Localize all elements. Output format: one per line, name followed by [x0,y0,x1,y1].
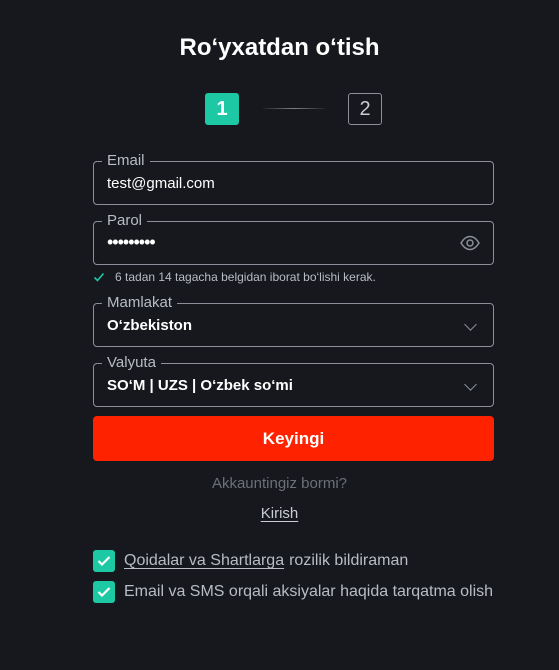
password-field[interactable]: Parol ••••••••• [93,213,494,265]
have-account-text: Akkauntingiz bormi? [211,475,348,492]
password-label: Parol [102,213,148,229]
email-label: Email [102,153,150,169]
country-select[interactable]: Mamlakat O‘zbekiston [93,295,494,347]
login-link-container: Kirish [0,505,559,522]
login-link[interactable]: Kirish [261,505,299,522]
password-hint-text: 6 tadan 14 tagacha belgidan iborat bo‘li… [115,270,376,284]
terms-row: Qoidalar va Shartlarga rozilik bildirama… [93,550,408,572]
country-label: Mamlakat [102,295,178,311]
email-value: test@gmail.com [107,175,215,192]
step-1-indicator: 1 [205,93,239,125]
newsletter-row: Email va SMS orqali aksiyalar haqida tar… [93,581,493,603]
next-button[interactable]: Keyingi [93,416,494,461]
email-field[interactable]: Email test@gmail.com [93,153,494,205]
country-value: O‘zbekiston [107,317,193,334]
checkmark-icon [97,587,111,598]
newsletter-checkbox[interactable] [93,581,115,603]
chevron-down-icon [464,378,477,391]
terms-text: rozilik bildiraman [289,552,409,569]
step-2-indicator: 2 [348,93,382,125]
eye-icon[interactable] [460,235,480,251]
chevron-down-icon [464,318,477,331]
currency-label: Valyuta [102,355,161,371]
page-title: Ro‘yxatdan o‘tish [179,34,380,61]
password-hint: 6 tadan 14 tagacha belgidan iborat bo‘li… [93,270,376,284]
check-icon [93,272,105,282]
newsletter-text: Email va SMS orqali aksiyalar haqida tar… [124,583,494,600]
step-connector [263,108,325,109]
checkmark-icon [97,556,111,567]
terms-link[interactable]: Qoidalar va Shartlarga [124,552,284,570]
currency-value: SO‘M | UZS | O‘zbek so‘mi [107,377,293,394]
currency-select[interactable]: Valyuta SO‘M | UZS | O‘zbek so‘mi [93,355,494,407]
password-value: ••••••••• [107,232,156,252]
terms-checkbox[interactable] [93,550,115,572]
